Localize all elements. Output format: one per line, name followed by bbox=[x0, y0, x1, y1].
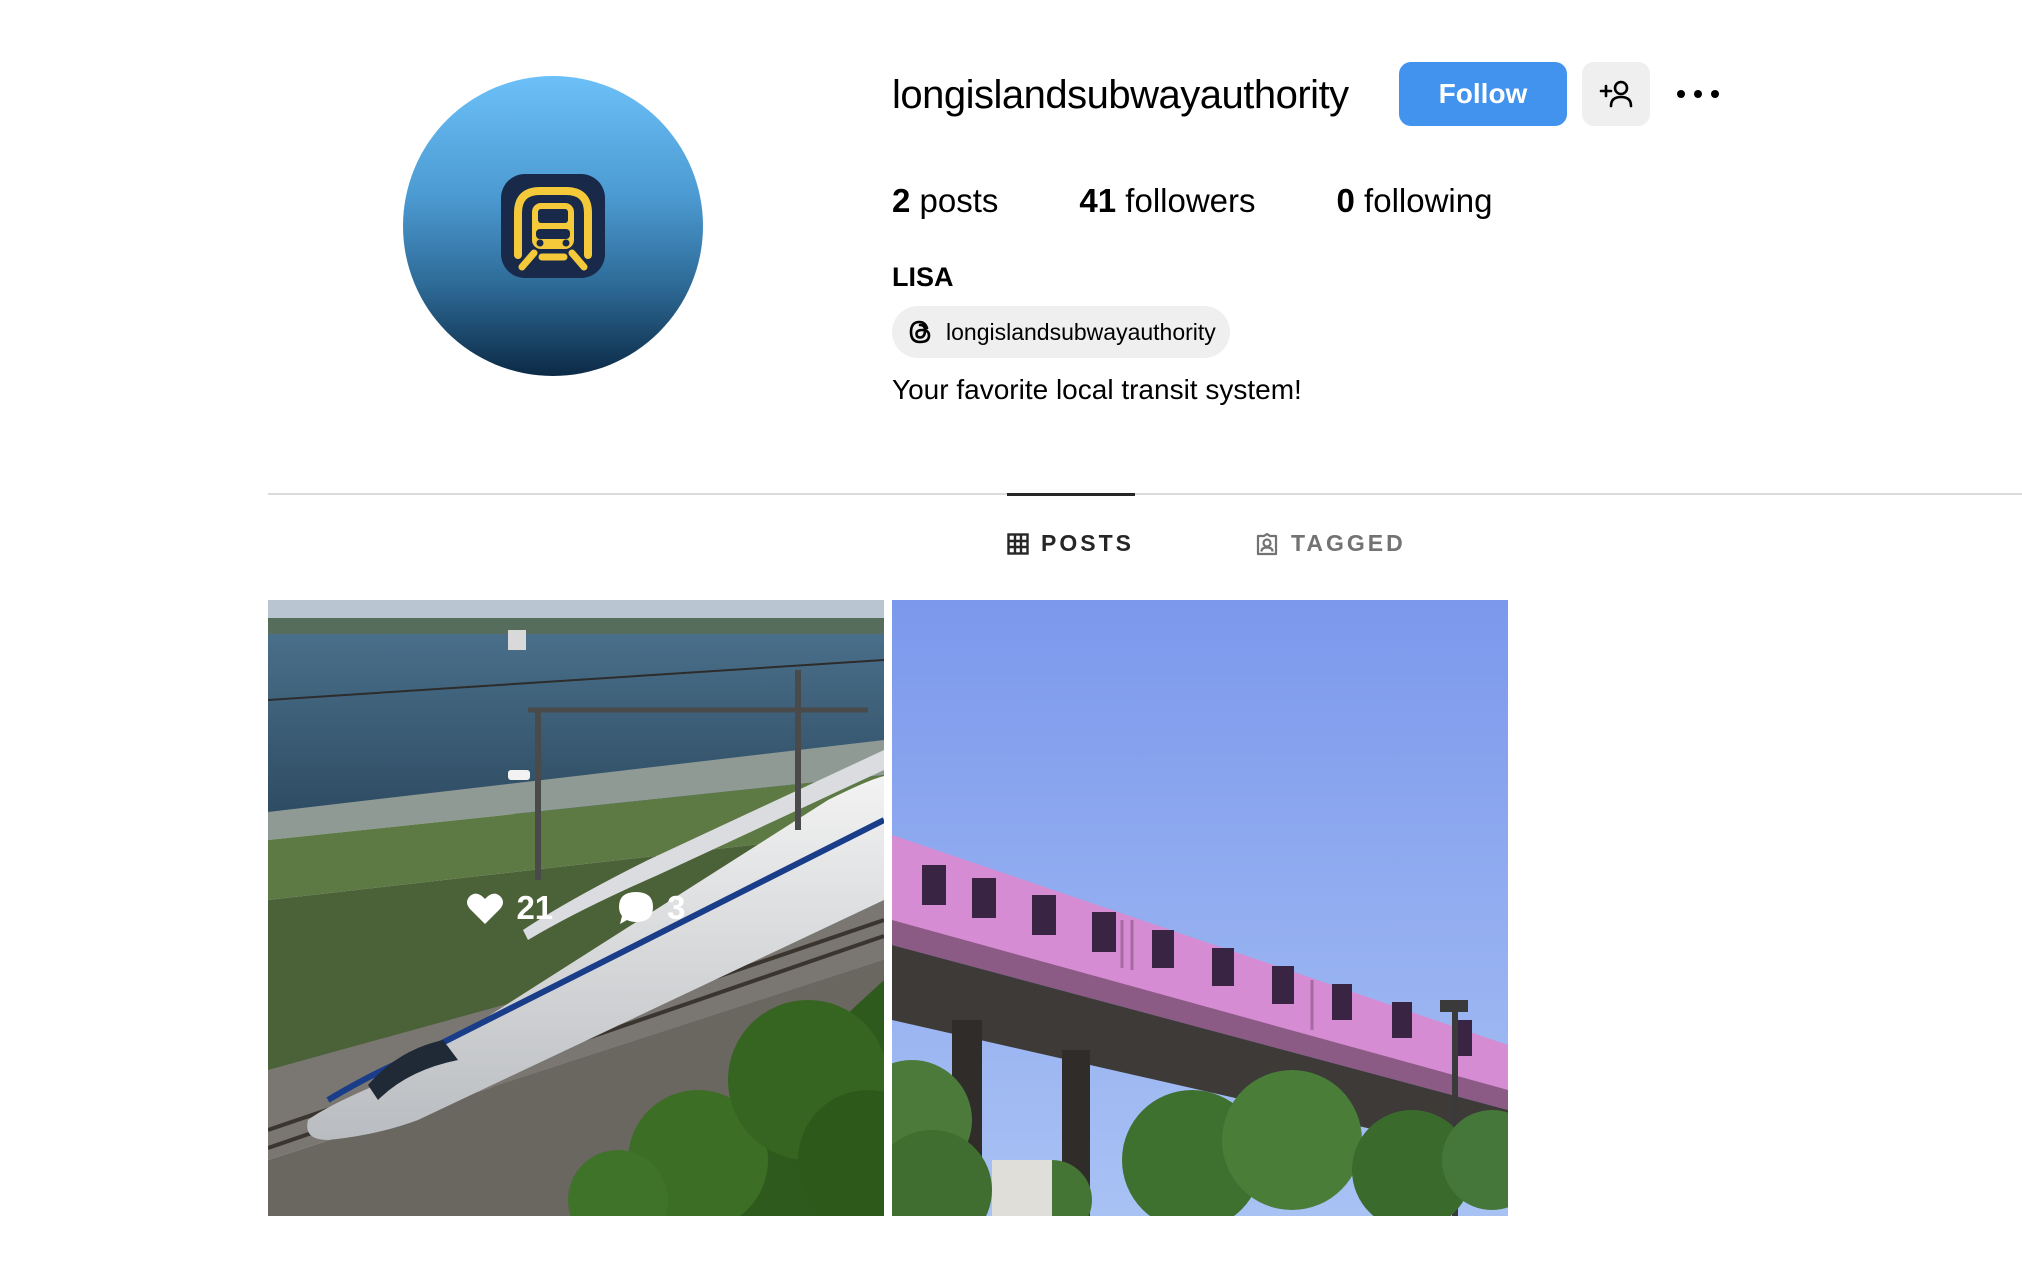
more-options-button[interactable] bbox=[1670, 72, 1726, 116]
followers-stat[interactable]: 41 followers bbox=[1079, 180, 1255, 222]
post-tile[interactable] bbox=[892, 600, 1508, 1216]
posts-label: posts bbox=[919, 182, 999, 219]
likes-count: 21 bbox=[516, 889, 554, 926]
train-logo-icon bbox=[501, 174, 605, 278]
profile-bio: Your favorite local transit system! bbox=[892, 374, 1302, 405]
tab-posts-label: POSTS bbox=[1041, 530, 1134, 556]
profile-username: longislandsubwayauthority bbox=[892, 73, 1349, 117]
followers-count: 41 bbox=[1079, 182, 1117, 219]
profile-stats: 2 posts 41 followers 0 following bbox=[892, 180, 1573, 222]
add-user-icon bbox=[1599, 80, 1633, 108]
threads-link[interactable]: longislandsubwayauthority bbox=[892, 306, 1230, 358]
followers-label: followers bbox=[1125, 182, 1256, 219]
tabs-divider bbox=[268, 493, 2022, 495]
likes-stat: 21 bbox=[466, 889, 553, 927]
comments-count: 3 bbox=[667, 889, 686, 926]
threads-icon bbox=[909, 320, 931, 344]
tab-tagged[interactable]: TAGGED bbox=[1255, 530, 1406, 557]
follow-button[interactable]: Follow bbox=[1399, 62, 1567, 126]
heart-icon bbox=[467, 893, 504, 924]
tag-user-icon bbox=[1256, 532, 1278, 555]
following-count: 0 bbox=[1336, 182, 1355, 219]
comments-stat: 3 bbox=[617, 889, 686, 927]
post-tile[interactable]: 21 3 bbox=[268, 600, 884, 1216]
post-overlay-stats: 21 3 bbox=[268, 600, 884, 1216]
following-stat[interactable]: 0 following bbox=[1337, 180, 1493, 222]
threads-handle: longislandsubwayauthority bbox=[946, 318, 1216, 345]
active-tab-indicator bbox=[1007, 493, 1135, 496]
profile-avatar[interactable] bbox=[403, 76, 703, 376]
following-label: following bbox=[1364, 182, 1493, 219]
posts-count: 2 bbox=[892, 182, 911, 219]
comment-icon bbox=[619, 892, 654, 924]
tab-tagged-label: TAGGED bbox=[1291, 530, 1406, 556]
tab-posts[interactable]: POSTS bbox=[1007, 530, 1134, 557]
grid-icon bbox=[1007, 532, 1029, 555]
post-image-pink-train bbox=[892, 600, 1508, 1216]
more-dots-icon bbox=[1677, 90, 1719, 98]
profile-display-name: LISA bbox=[892, 262, 954, 292]
suggested-users-button[interactable] bbox=[1582, 62, 1650, 126]
posts-stat: 2 posts bbox=[892, 180, 998, 222]
